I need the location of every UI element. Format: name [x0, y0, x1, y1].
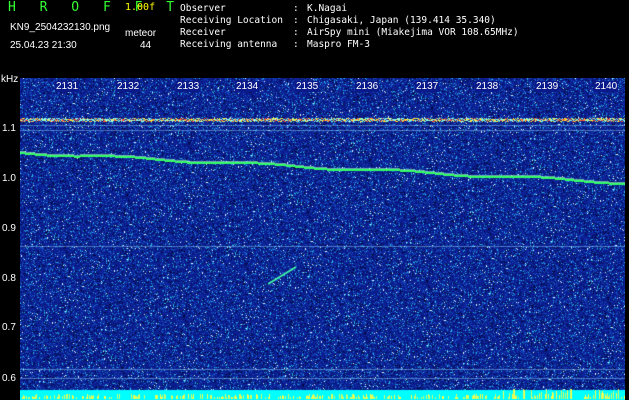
y-tick-label: 0.6 — [2, 373, 16, 384]
info-key: Observer — [180, 3, 226, 14]
info-row-antenna: Receiving antenna: Maspro FM-3 — [180, 39, 370, 50]
info-value: Maspro FM-3 — [307, 39, 370, 50]
info-row-observer: Observer: K.Nagai — [180, 3, 348, 14]
x-tick-label: 2138 — [475, 81, 500, 92]
info-row-receiver: Receiver: AirSpy mini (Miakejima VOR 108… — [180, 27, 519, 38]
x-tick-label: 2135 — [295, 81, 320, 92]
y-tick-label: 0.8 — [2, 273, 16, 284]
y-tick-label: 0.7 — [2, 322, 16, 333]
x-tick-label: 2137 — [415, 81, 440, 92]
info-key: Receiving Location — [180, 15, 283, 26]
info-value: AirSpy mini (Miakejima VOR 108.65MHz) — [307, 27, 519, 38]
datetime-label: 25.04.23 21:30 — [10, 40, 77, 51]
mode-label: meteor — [125, 28, 157, 39]
app-title: H R O F F T — [8, 0, 183, 15]
x-tick-label: 2134 — [235, 81, 260, 92]
y-tick-label: 1.0 — [2, 173, 16, 184]
x-tick-label: 2133 — [176, 81, 201, 92]
info-value: Chigasaki, Japan (139.414 35.340) — [307, 15, 496, 26]
x-tick-label: 2131 — [55, 81, 80, 92]
y-tick-label: 1.1 — [2, 123, 16, 134]
observation-info: Observer: K.Nagai Receiving Location: Ch… — [180, 3, 519, 51]
x-tick-label: 2139 — [535, 81, 560, 92]
info-key: Receiving antenna — [180, 39, 278, 50]
header-panel: H R O F F T 1.00f KN9_2504232130.png met… — [0, 0, 629, 78]
count-label: 44 — [140, 40, 152, 51]
version-label: 1.00f — [125, 2, 156, 13]
info-key: Receiver — [180, 27, 226, 38]
x-tick-label: 2136 — [355, 81, 380, 92]
y-axis-unit: kHz — [1, 74, 19, 85]
info-value: K.Nagai — [307, 3, 348, 14]
filename-label: KN9_2504232130.png — [10, 22, 111, 33]
x-tick-label: 2132 — [116, 81, 141, 92]
y-tick-label: 0.9 — [2, 223, 16, 234]
x-tick-label: 2140 — [594, 81, 619, 92]
info-row-location: Receiving Location: Chigasaki, Japan (13… — [180, 15, 496, 26]
spectrogram-canvas — [20, 78, 625, 400]
